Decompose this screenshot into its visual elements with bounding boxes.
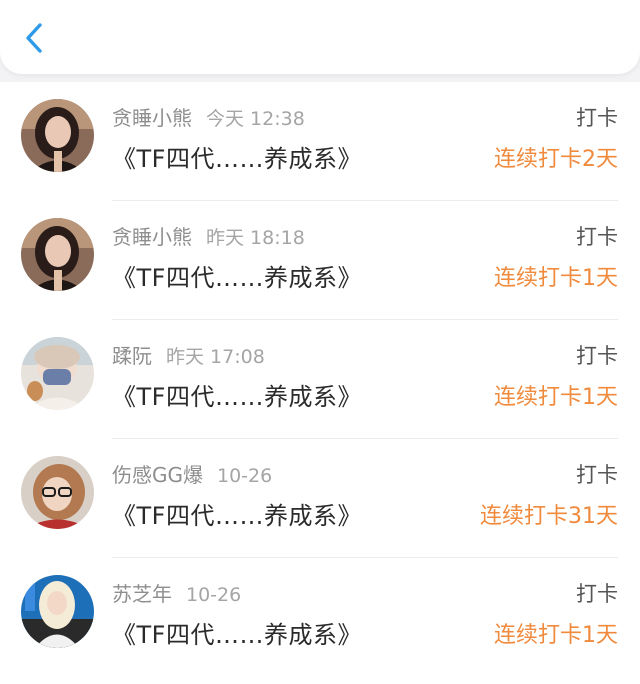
group-title[interactable]: 《TF四代……养成系》 — [112, 377, 362, 412]
username-text[interactable]: 伤感GG爆 — [112, 463, 203, 487]
timestamp: 10-26 — [186, 584, 242, 606]
streak-count: 连续打卡31天 — [480, 504, 618, 529]
avatar[interactable] — [21, 456, 94, 529]
timestamp: 昨天 17:08 — [166, 346, 265, 368]
checkin-label: 打卡 — [576, 225, 618, 249]
top-bar — [0, 0, 640, 74]
back-button[interactable] — [14, 18, 54, 58]
checkin-label: 打卡 — [576, 106, 618, 130]
group-title[interactable]: 《TF四代……养成系》 — [112, 258, 362, 293]
username[interactable]: 蹂阮 昨天 17:08 — [112, 340, 265, 369]
group-title[interactable]: 《TF四代……养成系》 — [112, 615, 362, 650]
username-text[interactable]: 贪睡小熊 — [112, 106, 192, 130]
streak-count: 连续打卡1天 — [494, 623, 618, 648]
username[interactable]: 贪睡小熊 今天 12:38 — [112, 102, 305, 131]
checkin-label: 打卡 — [576, 344, 618, 368]
list-item[interactable]: 蹂阮 昨天 17:08 《TF四代……养成系》 打卡 连续打卡1天 — [0, 320, 640, 439]
username[interactable]: 苏芝年 10-26 — [112, 578, 241, 607]
list-item[interactable]: 苏芝年 10-26 《TF四代……养成系》 打卡 连续打卡1天 — [0, 558, 640, 677]
username[interactable]: 伤感GG爆 10-26 — [112, 459, 272, 488]
chevron-left-icon — [26, 23, 42, 53]
avatar[interactable] — [21, 99, 94, 172]
list-item[interactable]: 贪睡小熊 昨天 18:18 《TF四代……养成系》 打卡 连续打卡1天 — [0, 201, 640, 320]
timestamp: 昨天 18:18 — [206, 227, 305, 249]
group-title[interactable]: 《TF四代……养成系》 — [112, 496, 362, 531]
username[interactable]: 贪睡小熊 昨天 18:18 — [112, 221, 305, 250]
streak-count: 连续打卡1天 — [494, 385, 618, 410]
list-item[interactable]: 伤感GG爆 10-26 《TF四代……养成系》 打卡 连续打卡31天 — [0, 439, 640, 558]
username-text[interactable]: 蹂阮 — [112, 344, 152, 368]
checkin-label: 打卡 — [576, 582, 618, 606]
streak-count: 连续打卡2天 — [494, 147, 618, 172]
username-text[interactable]: 苏芝年 — [112, 582, 172, 606]
timestamp: 今天 12:38 — [206, 108, 305, 130]
timestamp: 10-26 — [217, 465, 273, 487]
list-item[interactable]: 贪睡小熊 今天 12:38 《TF四代……养成系》 打卡 连续打卡2天 — [0, 82, 640, 201]
avatar[interactable] — [21, 337, 94, 410]
group-title[interactable]: 《TF四代……养成系》 — [112, 139, 362, 174]
avatar[interactable] — [21, 218, 94, 291]
checkin-label: 打卡 — [576, 463, 618, 487]
username-text[interactable]: 贪睡小熊 — [112, 225, 192, 249]
checkin-list: 贪睡小熊 今天 12:38 《TF四代……养成系》 打卡 连续打卡2天 贪睡小熊昨… — [0, 82, 640, 684]
avatar[interactable] — [21, 575, 94, 648]
streak-count: 连续打卡1天 — [494, 266, 618, 291]
